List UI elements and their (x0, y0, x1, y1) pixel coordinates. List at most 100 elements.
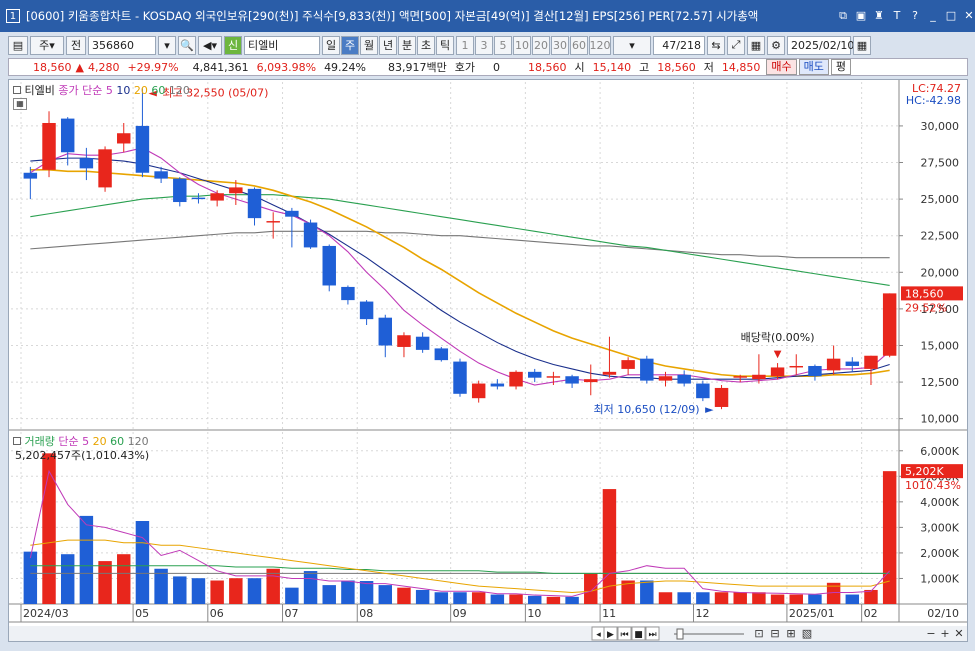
jeon-button[interactable]: 전 (66, 35, 86, 55)
zoom-fit-icon[interactable]: ⊡ (754, 627, 763, 640)
hc-label: HC:-42.98 (905, 94, 961, 107)
candle-body (490, 383, 505, 387)
interval-button-120[interactable]: 120 (589, 35, 611, 55)
price-tick-label: 15,000 (921, 339, 960, 352)
interval-button-60[interactable]: 60 (570, 35, 588, 55)
stock-name-field: 티엘비 (244, 35, 320, 55)
tile-icon[interactable]: ▣ (855, 10, 867, 22)
tab-period-2[interactable]: 월 (360, 35, 378, 55)
close-icon[interactable]: ✕ (963, 10, 975, 22)
legend-ma60: 60 (151, 84, 166, 97)
minimize-icon[interactable]: _ (927, 10, 939, 22)
zoom-area-icon[interactable]: ⊞ (786, 627, 795, 640)
grid-icon[interactable]: ▦ (13, 98, 27, 110)
high-price: 18,560 (657, 60, 696, 74)
zoom-slider-handle[interactable] (676, 628, 684, 640)
tab-period-6[interactable]: 틱 (436, 35, 454, 55)
close-panel-icon[interactable]: ✕ (954, 627, 963, 640)
legend-ma20: 20 (133, 84, 148, 97)
candle-body (229, 187, 243, 194)
count-field[interactable]: 47/218 (653, 35, 705, 55)
tab-period-3[interactable]: 년 (379, 35, 397, 55)
last-icon[interactable]: ⏭ (648, 630, 656, 640)
legend-checkbox[interactable] (13, 86, 21, 94)
volume-bar (322, 585, 336, 604)
candle-body (434, 348, 449, 361)
code-input[interactable]: 356860 (88, 35, 156, 55)
volume-bar (117, 554, 131, 604)
maximize-icon[interactable]: □ (945, 10, 957, 22)
price-legend: 티엘비 종가 단순 5 10 20 60 120 (13, 82, 190, 98)
help-icon[interactable]: ? (909, 10, 921, 22)
interval-button-30[interactable]: 30 (551, 35, 569, 55)
date-input[interactable]: 2025/02/10 (787, 35, 854, 55)
trade-amount: 83,917백만 (388, 61, 447, 74)
interval-button-1[interactable]: 1 (456, 35, 474, 55)
x-axis-right-label: 02/10 (927, 607, 959, 620)
candle-body (303, 222, 318, 248)
interval-buttons: 1 3 5 10 20 30 60 120 (456, 35, 611, 55)
price-change: 4,280 (87, 60, 120, 74)
volume-bar (546, 596, 561, 604)
interval-button-10[interactable]: 10 (513, 35, 531, 55)
sound-icon[interactable]: ◀▾ (198, 35, 222, 55)
legend-ma5: 5 (105, 84, 113, 97)
x-tick-label: 12 (696, 607, 710, 620)
first-icon[interactable]: ⏮ (620, 630, 628, 640)
low-price: 14,850 (721, 60, 761, 74)
candle-body (23, 172, 38, 179)
font-icon[interactable]: T (891, 10, 903, 22)
eval-button[interactable]: 평 (830, 59, 851, 75)
chart-area[interactable]: 30,000 27,500 25,000 22,500 20,000 17,500 15,0… (8, 79, 968, 642)
settings-icon[interactable]: ⚙ (767, 35, 785, 55)
interval-dropdown[interactable]: ▾ (613, 35, 651, 55)
price-change-pct: +29.97% (127, 60, 179, 74)
code-dropdown-icon[interactable]: ▾ (158, 35, 176, 55)
tab-period-0[interactable]: 일 (322, 35, 340, 55)
volume-tick-label: 4,000K (920, 496, 959, 509)
chart-type-icon[interactable]: ▤ (8, 35, 28, 55)
volume-bar (733, 592, 747, 604)
x-tick-label: 06 (210, 607, 224, 620)
tab-period-4[interactable]: 분 (398, 35, 416, 55)
period-select[interactable]: 주 ▾ (30, 35, 64, 55)
volume-bar (378, 585, 393, 604)
interval-button-20[interactable]: 20 (532, 35, 550, 55)
zoom-out-icon[interactable]: − (926, 627, 935, 640)
volume-bar (60, 554, 75, 604)
calendar-icon[interactable]: ▦ (853, 35, 871, 55)
interval-button-3[interactable]: 3 (475, 35, 493, 55)
restore-icon[interactable]: ⧉ (837, 10, 849, 22)
price-legend-ma-label: 종가 단순 (58, 84, 103, 97)
pin-icon[interactable]: ♜ (873, 10, 885, 22)
candle-body (173, 178, 187, 203)
volume-bar (341, 580, 355, 604)
tab-period-5[interactable]: 초 (417, 35, 435, 55)
candle-body (471, 383, 486, 399)
search-icon[interactable]: 🔍 (178, 35, 196, 55)
interval-button-5[interactable]: 5 (494, 35, 512, 55)
window-number: 1 (6, 9, 20, 23)
candle-body (565, 376, 579, 384)
stop-icon[interactable]: ■ (634, 630, 643, 640)
save-icon[interactable]: ▦ (747, 35, 765, 55)
quote-bar: 18,560 ▲ 4,280 +29.97% 4,841,361 6,093.9… (8, 58, 968, 76)
play-icon[interactable]: ▶ (607, 630, 614, 640)
sell-button[interactable]: 매도 (798, 59, 829, 75)
crosshair-icon[interactable]: ⤢ (727, 35, 745, 55)
price-legend-name[interactable]: 티엘비 (25, 84, 55, 97)
tab-period-1[interactable]: 주 (341, 35, 359, 55)
scroll-icon[interactable]: ⇆ (707, 35, 725, 55)
open-price: 15,140 (592, 60, 632, 74)
buy-button[interactable]: 매수 (766, 59, 797, 75)
zoom-chart-icon[interactable]: ▧ (802, 627, 812, 640)
volume-ratio: 6,093.98% (256, 60, 317, 74)
candle-body (341, 286, 355, 301)
volume-legend-checkbox[interactable] (13, 437, 21, 445)
zoom-in-icon[interactable]: + (940, 627, 949, 640)
period-tabs: 일주월년분초틱 (322, 35, 454, 55)
scroll-left-icon[interactable]: ◂ (596, 630, 601, 640)
x-tick-label: 11 (602, 607, 616, 620)
zoom-box-icon[interactable]: ⊟ (770, 627, 779, 640)
chart-svg[interactable]: 30,00027,50025,00022,50020,00017,50015,0… (9, 80, 967, 641)
